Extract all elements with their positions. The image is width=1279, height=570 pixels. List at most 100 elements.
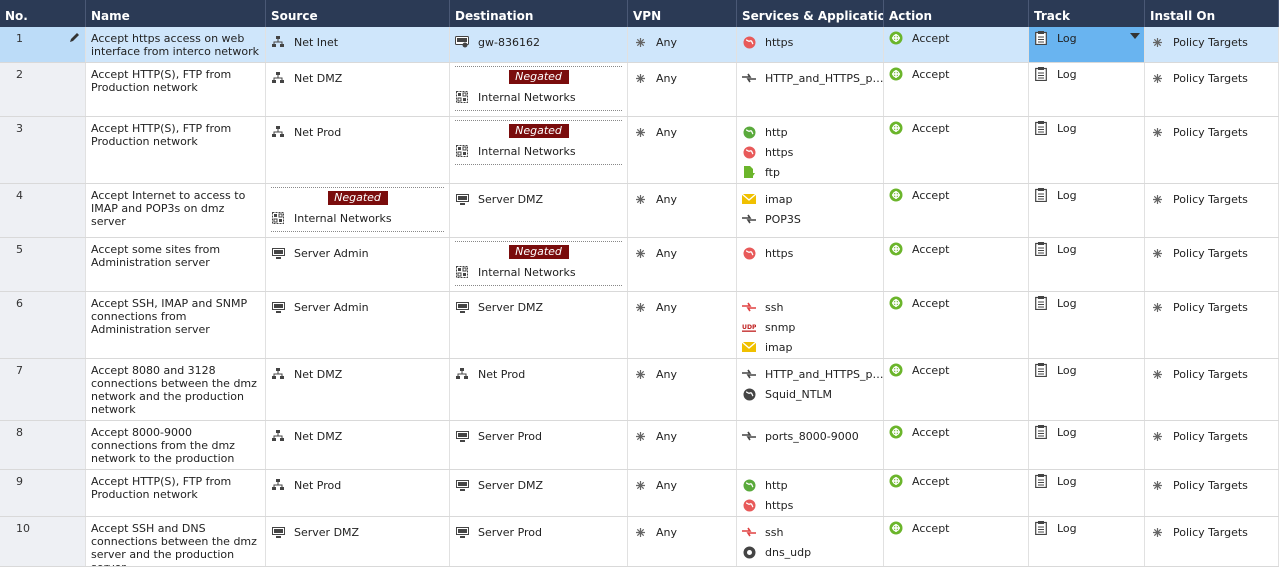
source-cell[interactable]: Net DMZ — [266, 63, 450, 116]
source-cell[interactable]: Net Inet — [266, 27, 450, 62]
col-no[interactable]: No. — [0, 0, 86, 27]
install-on-cell[interactable]: Policy Targets — [1145, 421, 1279, 469]
object-item[interactable]: Server Prod — [455, 426, 622, 446]
services-cell[interactable]: ssh UDP snmp imap — [737, 292, 884, 358]
destination-cell[interactable]: Negated Internal Networks — [450, 63, 628, 116]
col-source[interactable]: Source — [266, 0, 450, 27]
vpn-cell[interactable]: Any — [628, 517, 737, 566]
destination-cell[interactable]: Net Prod — [450, 359, 628, 420]
vpn-cell[interactable]: Any — [628, 184, 737, 237]
vpn-cell[interactable]: Any — [628, 238, 737, 291]
vpn-cell[interactable]: Any — [628, 117, 737, 183]
rule-name[interactable]: Accept https access on web interface fro… — [86, 27, 266, 62]
source-cell[interactable]: Server DMZ — [266, 517, 450, 566]
vpn-cell[interactable]: Any — [628, 63, 737, 116]
track-cell[interactable]: Log — [1029, 517, 1145, 566]
track-cell[interactable]: Log — [1029, 117, 1145, 183]
track-cell[interactable]: Log — [1029, 470, 1145, 516]
rule-name[interactable]: Accept 8080 and 3128 connections between… — [86, 359, 266, 420]
table-row[interactable]: 5 Accept some sites from Administration … — [0, 238, 1279, 292]
object-item[interactable]: Internal Networks — [455, 87, 622, 107]
track-cell[interactable]: Log — [1029, 184, 1145, 237]
install-on-cell[interactable]: Policy Targets — [1145, 27, 1279, 62]
vpn-cell[interactable]: Any — [628, 292, 737, 358]
rule-name[interactable]: Accept HTTP(S), FTP from Production netw… — [86, 470, 266, 516]
track-cell[interactable]: Log — [1029, 238, 1145, 291]
object-item[interactable]: ports_8000-9000 — [742, 426, 878, 446]
object-item[interactable]: Net Prod — [271, 122, 444, 142]
object-item[interactable]: https — [742, 243, 878, 263]
table-row[interactable]: 9 Accept HTTP(S), FTP from Production ne… — [0, 470, 1279, 517]
action-cell[interactable]: Accept — [884, 184, 1029, 237]
object-item[interactable]: Server DMZ — [271, 522, 444, 542]
object-item[interactable]: dns_udp — [742, 542, 878, 562]
object-item[interactable]: HTTP_and_HTTPS_p… — [742, 364, 883, 384]
action-cell[interactable]: Accept — [884, 117, 1029, 183]
object-item[interactable]: ftp — [742, 162, 878, 182]
install-on-cell[interactable]: Policy Targets — [1145, 238, 1279, 291]
object-item[interactable]: UDP snmp — [742, 317, 878, 337]
vpn-cell[interactable]: Any — [628, 421, 737, 469]
services-cell[interactable]: https — [737, 27, 884, 62]
object-item[interactable]: Server Prod — [455, 522, 622, 542]
object-item[interactable]: Net DMZ — [271, 426, 444, 446]
action-cell[interactable]: Accept — [884, 359, 1029, 420]
action-cell[interactable]: Accept — [884, 470, 1029, 516]
services-cell[interactable]: HTTP_and_HTTPS_p… Squid_NTLM — [737, 359, 884, 420]
object-item[interactable]: http — [742, 122, 878, 142]
table-row[interactable]: 2 Accept HTTP(S), FTP from Production ne… — [0, 63, 1279, 117]
object-item[interactable]: Squid_NTLM — [742, 384, 878, 404]
rule-name[interactable]: Accept Internet to access to IMAP and PO… — [86, 184, 266, 237]
install-on-cell[interactable]: Policy Targets — [1145, 517, 1279, 566]
action-cell[interactable]: Accept — [884, 292, 1029, 358]
object-item[interactable]: HTTP_and_HTTPS_p… — [742, 68, 883, 88]
install-on-cell[interactable]: Policy Targets — [1145, 292, 1279, 358]
object-item[interactable]: http — [742, 475, 878, 495]
destination-cell[interactable]: Server DMZ — [450, 184, 628, 237]
object-item[interactable]: Net Inet — [271, 32, 444, 52]
services-cell[interactable]: HTTP_and_HTTPS_p… — [737, 63, 884, 116]
object-item[interactable]: imap — [742, 189, 878, 209]
table-row[interactable]: 10 Accept SSH and DNS connections betwee… — [0, 517, 1279, 567]
action-cell[interactable]: Accept — [884, 421, 1029, 469]
table-row[interactable]: 8 Accept 8000-9000 connections from the … — [0, 421, 1279, 470]
track-cell[interactable]: Log — [1029, 359, 1145, 420]
table-row[interactable]: 7 Accept 8080 and 3128 connections betwe… — [0, 359, 1279, 421]
services-cell[interactable]: ports_8000-9000 — [737, 421, 884, 469]
object-item[interactable]: ssh — [742, 522, 878, 542]
object-item[interactable]: imap — [742, 337, 878, 357]
vpn-cell[interactable]: Any — [628, 470, 737, 516]
install-on-cell[interactable]: Policy Targets — [1145, 359, 1279, 420]
source-cell[interactable]: Negated Internal Networks — [266, 184, 450, 237]
track-cell[interactable]: Log — [1029, 421, 1145, 469]
col-services[interactable]: Services & Applications — [737, 0, 884, 27]
services-cell[interactable]: http https — [737, 470, 884, 516]
object-item[interactable]: Net DMZ — [271, 68, 444, 88]
col-name[interactable]: Name — [86, 0, 266, 27]
rule-name[interactable]: Accept SSH and DNS connections between t… — [86, 517, 266, 566]
rule-name[interactable]: Accept some sites from Administration se… — [86, 238, 266, 291]
pencil-icon[interactable] — [69, 32, 80, 46]
object-item[interactable]: Server Admin — [271, 243, 444, 263]
services-cell[interactable]: https — [737, 238, 884, 291]
source-cell[interactable]: Net Prod — [266, 117, 450, 183]
source-cell[interactable]: Server Admin — [266, 238, 450, 291]
install-on-cell[interactable]: Policy Targets — [1145, 184, 1279, 237]
col-destination[interactable]: Destination — [450, 0, 628, 27]
track-cell[interactable]: Log — [1029, 63, 1145, 116]
table-row[interactable]: 3 Accept HTTP(S), FTP from Production ne… — [0, 117, 1279, 184]
action-cell[interactable]: Accept — [884, 27, 1029, 62]
object-item[interactable]: Net DMZ — [271, 364, 444, 384]
object-item[interactable]: Server DMZ — [455, 297, 622, 317]
vpn-cell[interactable]: Any — [628, 27, 737, 62]
destination-cell[interactable]: Negated Internal Networks — [450, 117, 628, 183]
object-item[interactable]: Internal Networks — [271, 208, 444, 228]
object-item[interactable]: https — [742, 142, 878, 162]
object-item[interactable]: Server DMZ — [455, 189, 622, 209]
action-cell[interactable]: Accept — [884, 238, 1029, 291]
source-cell[interactable]: Net DMZ — [266, 421, 450, 469]
track-cell[interactable]: Log — [1029, 27, 1145, 62]
object-item[interactable]: POP3S — [742, 209, 878, 229]
destination-cell[interactable]: Server Prod — [450, 517, 628, 566]
col-track[interactable]: Track — [1029, 0, 1145, 27]
